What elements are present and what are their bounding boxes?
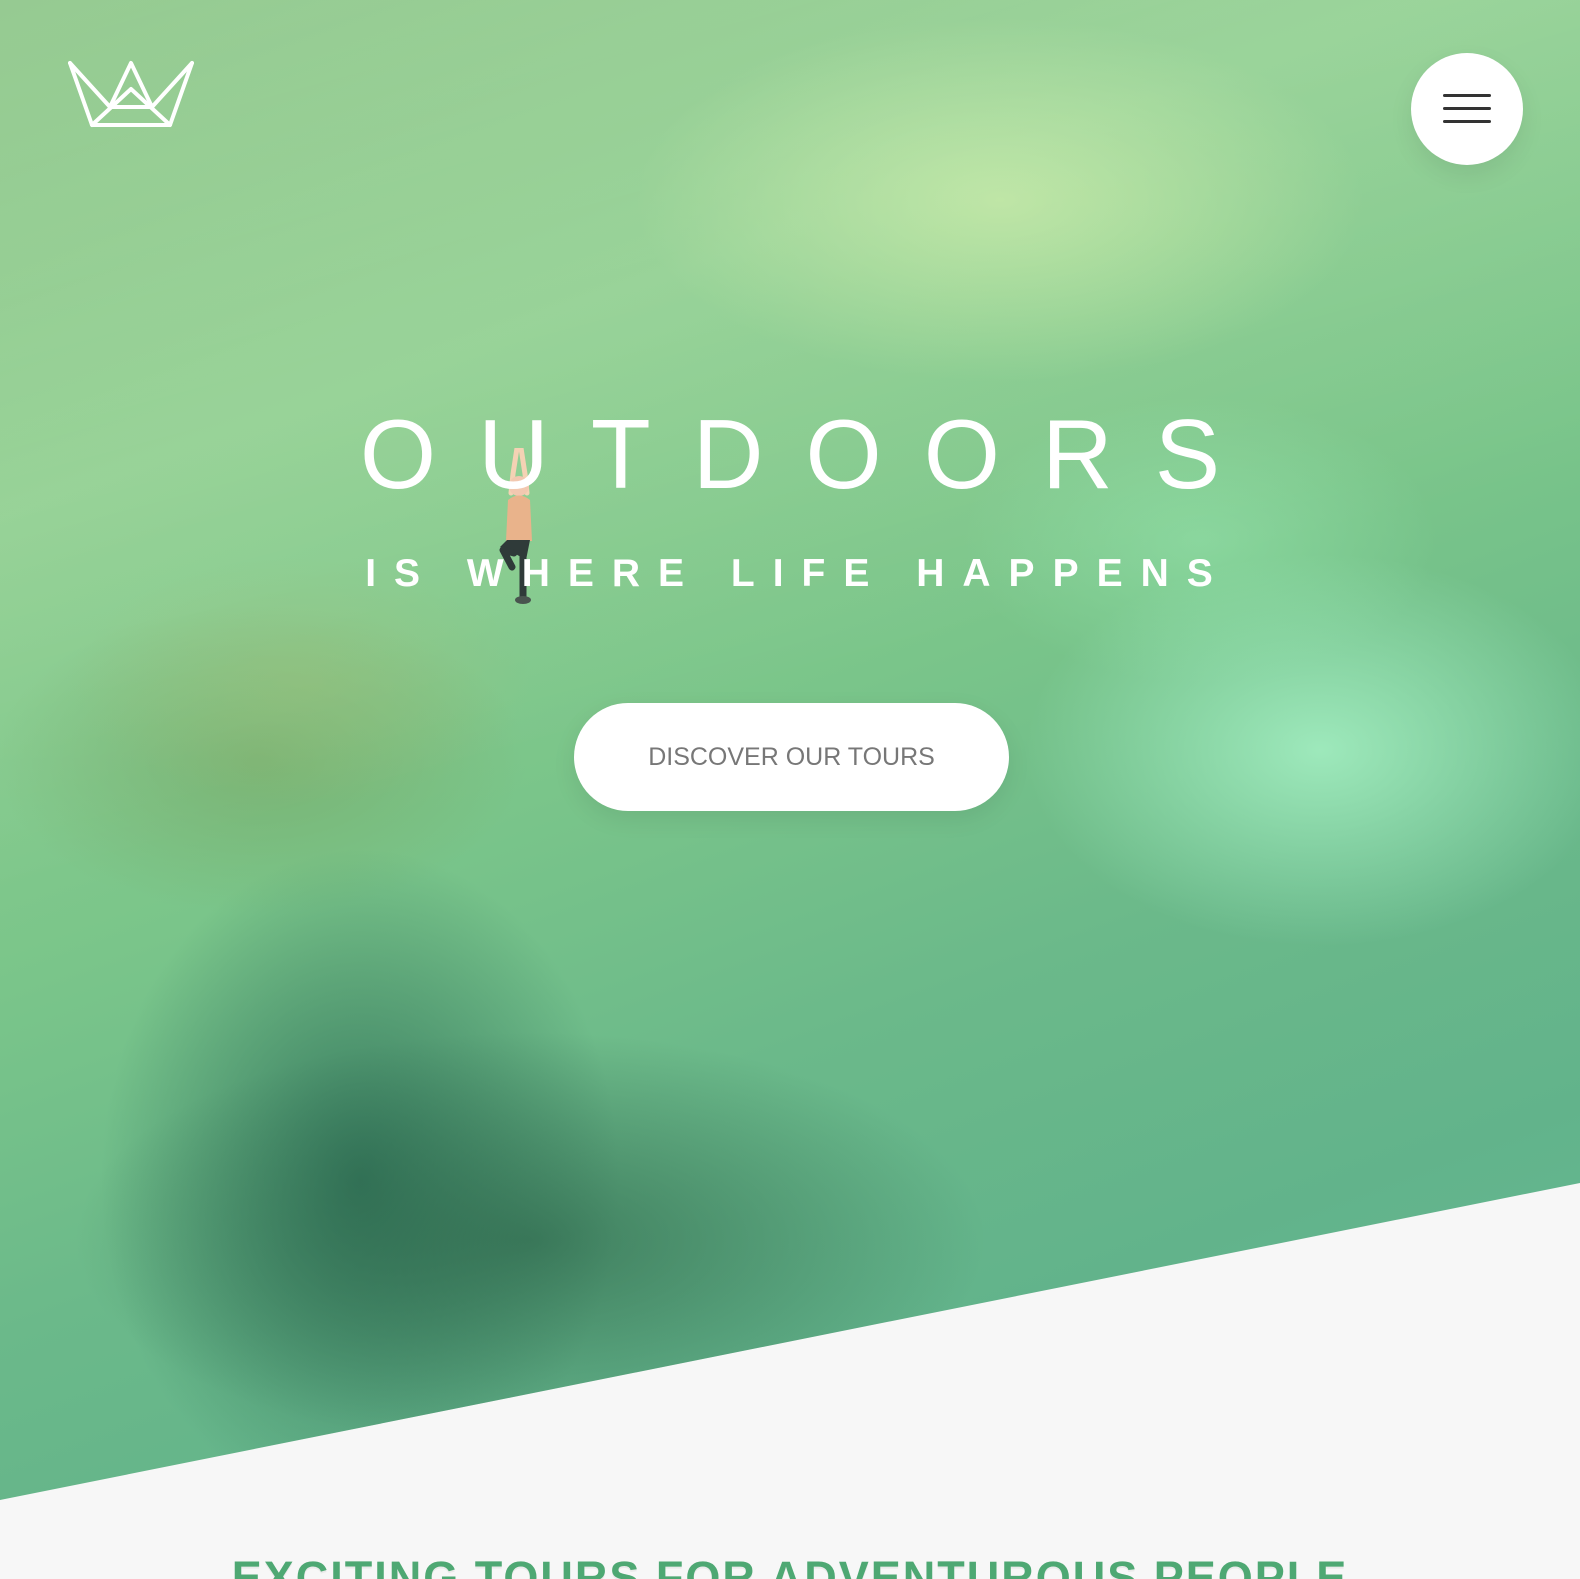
hero-copy: OUTDOORS IS WHERE LIFE HAPPENS (0, 405, 1580, 593)
crown-icon[interactable] (68, 58, 194, 130)
hero-subtitle: IS WHERE LIFE HAPPENS (365, 552, 1231, 595)
hero-title: OUTDOORS (359, 399, 1263, 509)
section-heading: EXCITING TOURS FOR ADVENTUROUS PEOPLE (231, 1552, 1349, 1579)
menu-icon (1443, 94, 1491, 124)
menu-button[interactable] (1411, 53, 1523, 165)
discover-tours-button[interactable]: DISCOVER OUR TOURS (574, 703, 1009, 811)
landing-page: OUTDOORS IS WHERE LIFE HAPPENS DISCOVER … (0, 0, 1580, 1579)
